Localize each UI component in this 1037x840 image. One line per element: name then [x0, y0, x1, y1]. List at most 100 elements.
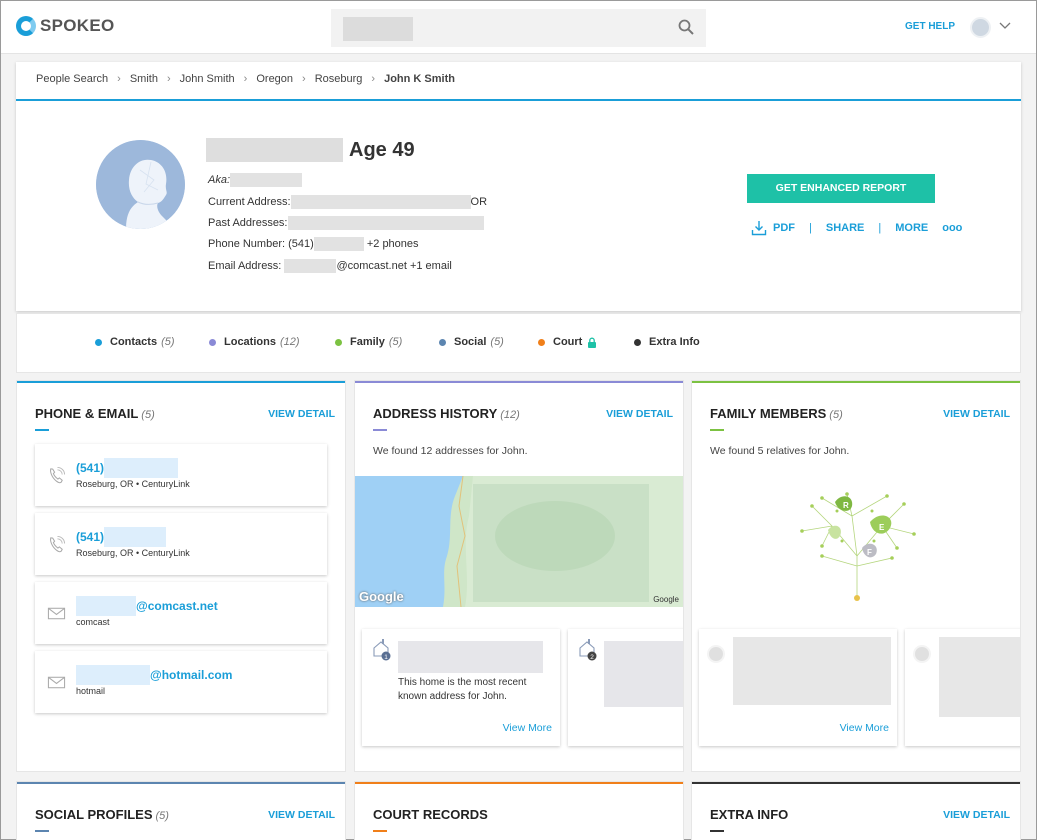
extra-info-view-detail[interactable]: VIEW DETAIL: [943, 809, 1010, 821]
phone-area-code[interactable]: (541): [76, 530, 104, 544]
top-bar: SPOKEO GET HELP: [1, 1, 1036, 54]
social-profiles-view-detail[interactable]: VIEW DETAIL: [268, 809, 335, 821]
contact-item[interactable]: (541) Roseburg, OR • CenturyLink: [35, 513, 327, 575]
family-card[interactable]: View More: [699, 629, 897, 746]
phone-email-title: PHONE & EMAIL (5): [35, 406, 155, 421]
contacts-dot: [95, 338, 102, 346]
family-members-title: FAMILY MEMBERS (5): [710, 406, 843, 421]
relative-avatar: [707, 645, 725, 663]
chevron-right-icon: ›: [243, 73, 248, 85]
chevron-right-icon: ›: [166, 73, 171, 85]
aka-redacted: [230, 173, 303, 187]
phone-redacted: [313, 237, 364, 251]
breadcrumb-item-people-search[interactable]: People Search: [36, 73, 108, 85]
address-map[interactable]: Google Google: [355, 476, 683, 607]
map-image: [355, 476, 683, 607]
email-domain[interactable]: @comcast.net: [136, 599, 218, 613]
tab-court[interactable]: Court: [538, 336, 597, 348]
contact-item[interactable]: @comcast.net comcast: [35, 582, 327, 644]
aka-row: Aka:: [208, 173, 303, 187]
contact-sub: hotmail: [76, 686, 106, 696]
breadcrumb-current: John K Smith: [384, 73, 455, 85]
address-badge: 1: [384, 654, 388, 661]
tab-locations-count: (12): [279, 336, 300, 348]
chevron-down-icon[interactable]: [999, 21, 1011, 31]
age-label: Age 49: [349, 139, 415, 161]
address-card[interactable]: 2: [568, 629, 683, 746]
contact-sub: Roseburg, OR • CenturyLink: [76, 548, 190, 558]
contact-item[interactable]: (541) Roseburg, OR • CenturyLink: [35, 444, 327, 506]
address-badge: 2: [590, 654, 594, 661]
family-dot: [335, 338, 342, 346]
contact-sub: comcast: [76, 617, 110, 627]
more-options-icon[interactable]: ooo: [942, 222, 962, 234]
breadcrumb-item-smith[interactable]: Smith: [130, 73, 158, 85]
breadcrumb-divider: [16, 99, 1021, 101]
chevron-right-icon: ›: [302, 73, 306, 85]
contact-item[interactable]: @hotmail.com hotmail: [35, 651, 327, 713]
relative-redacted: [939, 637, 1020, 717]
past-addresses-redacted: [287, 216, 484, 230]
relative-avatar: [913, 645, 931, 663]
phone-more[interactable]: +2 phones: [367, 238, 419, 250]
view-more-link[interactable]: View More: [503, 722, 552, 734]
map-google-label: Google: [359, 589, 404, 604]
extra-info-panel: EXTRA INFO VIEW DETAIL: [691, 781, 1021, 840]
tab-extra-info[interactable]: Extra Info: [634, 336, 700, 348]
share-button[interactable]: SHARE: [826, 222, 865, 234]
family-members-view-detail[interactable]: VIEW DETAIL: [943, 408, 1010, 420]
chevron-right-icon: ›: [371, 73, 376, 85]
address-history-view-detail[interactable]: VIEW DETAIL: [606, 408, 673, 420]
user-avatar[interactable]: [970, 17, 991, 38]
tab-social[interactable]: Social (5): [439, 336, 504, 348]
address-note: This home is the most recent known addre…: [398, 677, 527, 702]
family-card[interactable]: [905, 629, 1020, 746]
tab-extra-info-label: Extra Info: [649, 336, 700, 348]
get-enhanced-report-button[interactable]: GET ENHANCED REPORT: [747, 174, 935, 203]
breadcrumb-item-roseburg[interactable]: Roseburg: [315, 73, 363, 85]
more-button[interactable]: MORE: [895, 222, 928, 234]
profile-card: People Search › Smith › John Smith › Ore…: [16, 62, 1021, 311]
address-card[interactable]: 1 This home is the most recent known add…: [362, 629, 560, 746]
current-address-state: OR: [470, 195, 488, 208]
mail-icon: [47, 676, 66, 689]
phone-icon: [50, 535, 66, 553]
phone-email-view-detail[interactable]: VIEW DETAIL: [268, 408, 335, 420]
tab-locations[interactable]: Locations (12): [209, 336, 300, 348]
search-icon[interactable]: [678, 19, 694, 35]
family-tree-icon: R E F: [800, 492, 916, 601]
tab-family-label: Family: [350, 336, 385, 348]
breadcrumb-item-oregon[interactable]: Oregon: [256, 73, 293, 85]
download-icon[interactable]: [751, 220, 767, 236]
locations-dot: [209, 338, 216, 346]
address-redacted: [604, 641, 683, 707]
person-silhouette-icon: [96, 140, 185, 229]
email-domain[interactable]: @comcast.net +1 email: [336, 260, 451, 272]
logo-text: SPOKEO: [40, 16, 115, 35]
mail-icon: [47, 607, 66, 620]
search-input[interactable]: [331, 9, 706, 47]
tab-contacts[interactable]: Contacts (5): [95, 336, 175, 348]
address-redacted: [398, 641, 543, 673]
current-address-redacted: [290, 195, 471, 209]
breadcrumb: People Search › Smith › John Smith › Ore…: [36, 73, 455, 85]
pdf-button[interactable]: PDF: [773, 222, 795, 234]
contact-sub: Roseburg, OR • CenturyLink: [76, 479, 190, 489]
tab-court-label: Court: [553, 336, 583, 348]
extra-info-dot: [634, 338, 641, 346]
tree-letter: R: [843, 501, 849, 510]
view-more-link[interactable]: View More: [840, 722, 889, 734]
past-addresses-label: Past Addresses:: [208, 216, 288, 229]
email-domain[interactable]: @hotmail.com: [150, 668, 232, 682]
court-records-panel: COURT RECORDS: [354, 781, 684, 840]
tree-letter: F: [867, 548, 872, 557]
address-history-panel: ADDRESS HISTORY (12) VIEW DETAIL We found…: [354, 380, 684, 772]
spokeo-logo[interactable]: SPOKEO: [16, 16, 115, 36]
breadcrumb-item-john-smith[interactable]: John Smith: [180, 73, 235, 85]
tab-family[interactable]: Family (5): [335, 336, 402, 348]
court-dot: [538, 338, 545, 346]
get-help-link[interactable]: GET HELP: [905, 21, 955, 32]
current-address-row: Current Address: OR: [208, 195, 487, 209]
phone-area-code[interactable]: (541): [76, 461, 104, 475]
house-icon: 1: [372, 639, 392, 661]
